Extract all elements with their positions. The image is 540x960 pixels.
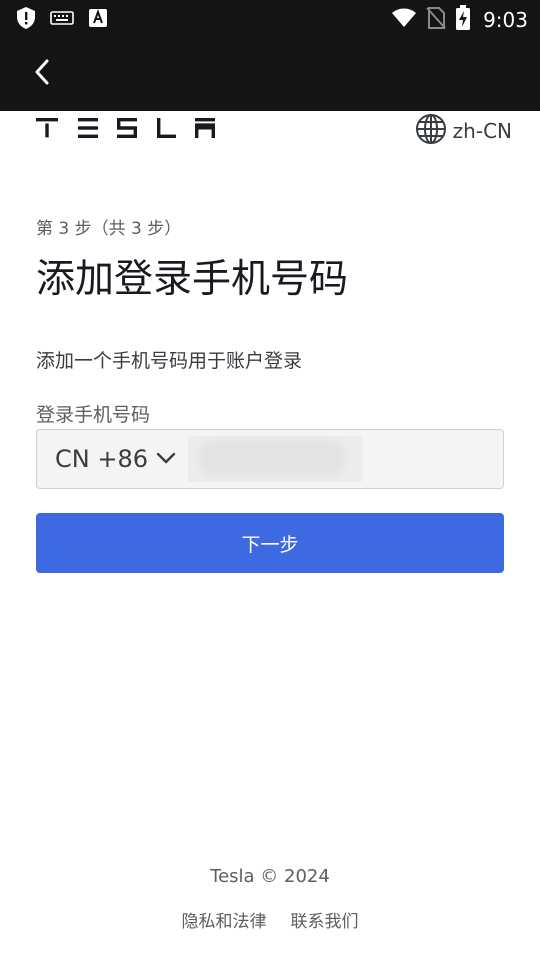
chevron-left-icon <box>32 58 52 90</box>
page-title: 添加登录手机号码 <box>36 257 349 302</box>
footer-link-contact-us[interactable]: 联系我们 <box>291 907 359 932</box>
country-code-value: CN +86 <box>55 445 148 473</box>
footer-copyright: Tesla © 2024 <box>210 866 330 887</box>
shield-icon <box>16 6 36 34</box>
app-bar <box>0 36 540 111</box>
battery-charging-icon <box>455 5 471 35</box>
next-button[interactable]: 下一步 <box>36 513 504 573</box>
tesla-wordmark-icon <box>36 118 215 138</box>
status-left <box>16 6 108 34</box>
phone-field-label: 登录手机号码 <box>36 404 151 426</box>
no-sim-icon <box>425 6 447 34</box>
phone-field: CN +86 <box>36 429 504 489</box>
language-label: zh-CN <box>452 119 512 143</box>
footer-link-privacy-legal[interactable]: 隐私和法律 <box>182 907 267 932</box>
keyboard-icon <box>50 10 74 30</box>
status-right: 9:03 <box>391 5 528 35</box>
phone-number-input[interactable] <box>188 436 362 482</box>
step-indicator: 第 3 步（共 3 步） <box>36 219 182 239</box>
back-button[interactable] <box>22 54 62 94</box>
font-a-icon <box>88 8 108 32</box>
chevron-down-icon <box>156 450 176 469</box>
footer-links: 隐私和法律 联系我们 <box>0 907 540 932</box>
status-bar: 9:03 <box>0 0 540 36</box>
status-time: 9:03 <box>483 8 528 32</box>
globe-icon <box>415 113 447 149</box>
tesla-logo[interactable] <box>36 118 216 142</box>
page-description: 添加一个手机号码用于账户登录 <box>36 350 303 372</box>
language-selector[interactable]: zh-CN <box>415 113 512 149</box>
screen: 9:03 zh-CN 第 3 步（共 3 步） 添加登录手机号码 添加一个手机号… <box>0 0 540 960</box>
country-code-select[interactable]: CN +86 <box>55 430 176 488</box>
wifi-icon <box>391 7 417 33</box>
